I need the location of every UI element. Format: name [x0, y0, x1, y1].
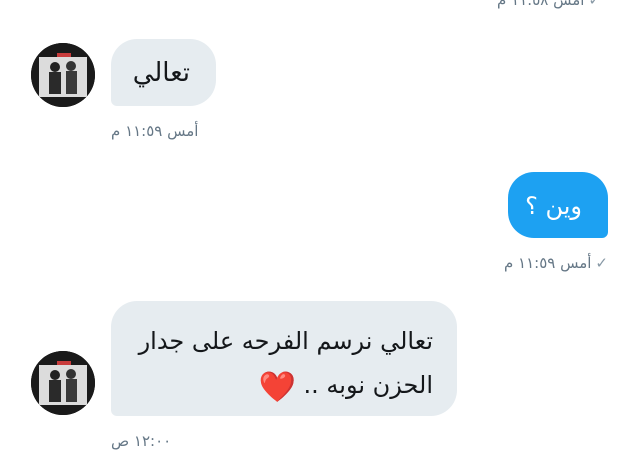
- message-bubble[interactable]: تعالي نرسم الفرحه على جدار الحزن نوبه ..…: [111, 301, 457, 416]
- message-timestamp: ✓أمس ١١:٥٩ م: [503, 254, 608, 272]
- heart-emoji: ❤️: [258, 370, 296, 405]
- message-timestamp: ١٢:٠٠ ص: [111, 432, 172, 450]
- check-icon: ✓: [595, 254, 608, 272]
- avatar[interactable]: [31, 351, 95, 415]
- message-text-line: تعالي نرسم الفرحه على جدار: [138, 327, 433, 355]
- message-timestamp: أمس ١١:٥٩ م: [111, 122, 199, 140]
- avatar-photo: [31, 351, 95, 415]
- check-icon: ✓: [588, 0, 601, 9]
- avatar[interactable]: [31, 43, 95, 107]
- message-text-line: الحزن نوبه .. ❤️: [111, 363, 433, 410]
- avatar-photo: [31, 43, 95, 107]
- message-timestamp: ✓أمس ١١:٥٨ م: [497, 0, 601, 9]
- message-bubble[interactable]: تعالي: [111, 39, 216, 106]
- message-text: وين ؟: [525, 192, 582, 220]
- message-bubble[interactable]: وين ؟: [508, 172, 608, 238]
- message-text: تعالي: [132, 58, 190, 88]
